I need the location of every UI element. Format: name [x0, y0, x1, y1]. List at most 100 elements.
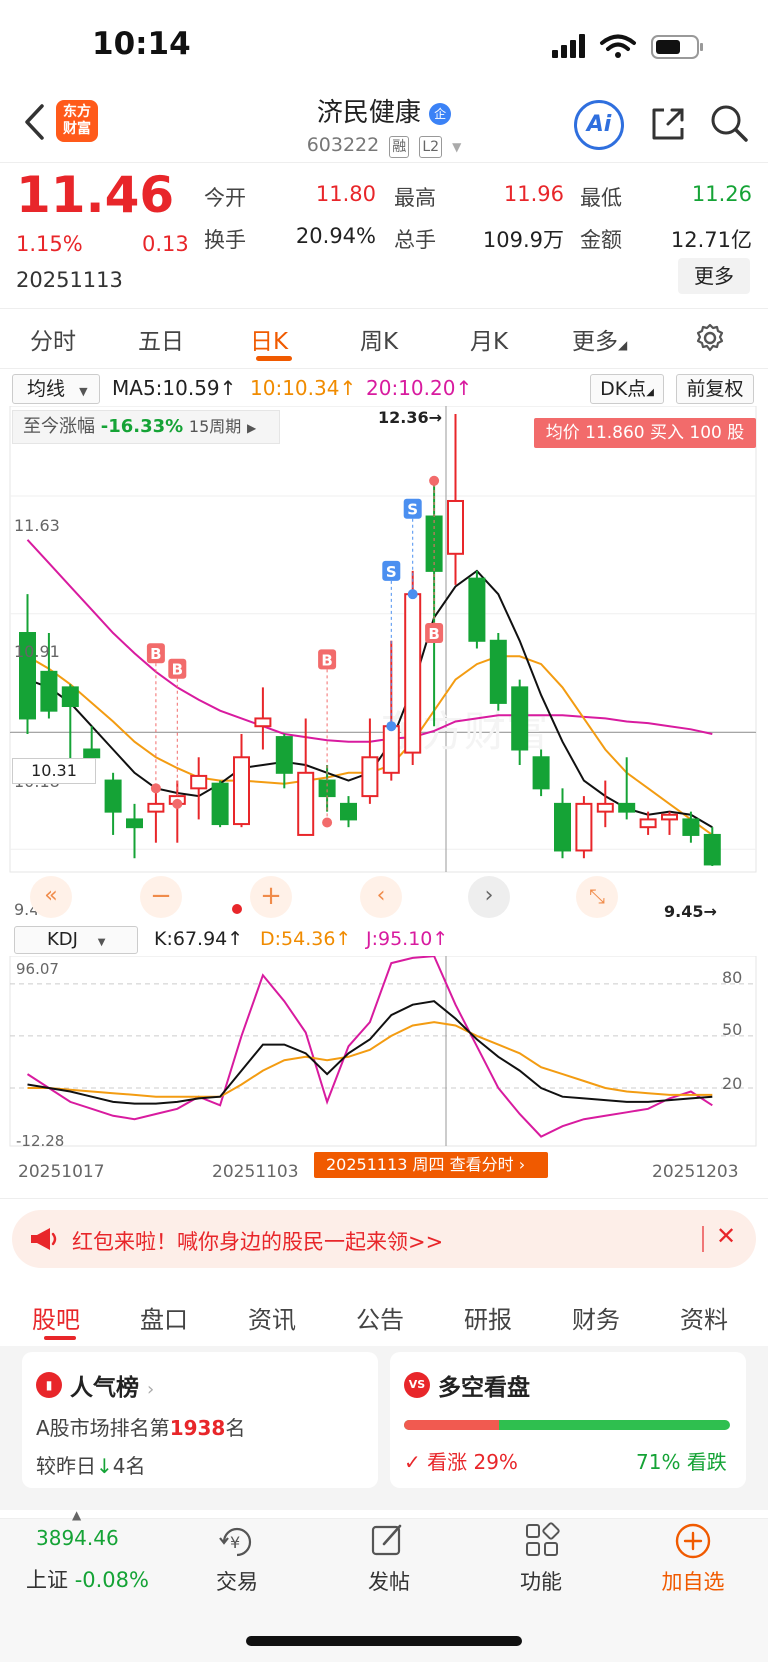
open-value: 11.80	[315, 182, 376, 206]
kdj-select[interactable]: KDJ ▼	[14, 926, 138, 954]
candle-body	[703, 833, 721, 866]
post-edit-icon[interactable]	[370, 1522, 406, 1558]
up-triangle-icon: ▲	[72, 1508, 82, 1522]
quote-divider	[0, 308, 768, 309]
period-gain-label: 至今涨幅	[23, 416, 95, 437]
candle-body	[104, 779, 122, 813]
x-date-start: 20251017	[18, 1162, 105, 1182]
dropdown-caret-icon[interactable]: ▼	[452, 140, 461, 154]
tab-five-day[interactable]: 五日	[138, 322, 184, 356]
index-name: 上证	[26, 1568, 68, 1592]
nav-features[interactable]: 功能	[486, 1566, 596, 1596]
high-label: 最高	[394, 186, 436, 210]
nav-post[interactable]: 发帖	[334, 1566, 444, 1596]
search-icon[interactable]	[708, 102, 752, 146]
ai-button[interactable]: Ai	[574, 100, 624, 150]
candle-body	[532, 756, 550, 790]
step-right-icon[interactable]: ›	[468, 876, 510, 918]
dropdown-icon: ▼	[97, 937, 106, 948]
candle-body	[297, 771, 315, 836]
marker-label: S	[407, 501, 418, 519]
marker-label: B	[150, 645, 161, 663]
kdj-d-line	[27, 1021, 713, 1098]
quote-date: 20251113	[16, 268, 123, 292]
indicator-select[interactable]: 均线 ▼	[12, 374, 100, 404]
avg-price-tip[interactable]: 均价 11.860 买入 100 股	[534, 418, 756, 448]
versus-icon: VS	[404, 1372, 430, 1398]
high-value: 11.96	[503, 182, 564, 206]
tab-finance[interactable]: 财务	[572, 1300, 620, 1335]
low-label: 最低	[580, 186, 622, 210]
trade-yen-icon[interactable]: ¥	[218, 1524, 256, 1560]
tab-more[interactable]: 更多◢	[572, 322, 627, 356]
nav-add-watchlist[interactable]: 加自选	[638, 1566, 748, 1596]
tab-active-indicator	[256, 356, 292, 361]
tab-intraday[interactable]: 分时	[30, 322, 76, 356]
status-time: 10:14	[92, 26, 191, 62]
dropdown-icon: ▼	[79, 385, 88, 398]
bear-pct: 71%	[636, 1450, 681, 1474]
tab-profile[interactable]: 资料	[680, 1300, 728, 1335]
marker-label: B	[172, 661, 183, 679]
tab-announcements[interactable]: 公告	[356, 1300, 404, 1335]
kdj-level-80: 80	[722, 968, 743, 987]
zoom-out-icon[interactable]: −	[140, 876, 182, 918]
popularity-title[interactable]: 人气榜 ›	[70, 1368, 154, 1402]
close-icon[interactable]: ✕	[716, 1222, 736, 1250]
index-value[interactable]: 3894.46	[36, 1526, 119, 1550]
period-gain-value: -16.33%	[100, 416, 184, 437]
dk-point-button[interactable]: DK点◢	[590, 374, 664, 404]
marker-dot	[322, 817, 333, 828]
period-gain-box[interactable]: 至今涨幅 -16.33% 15周期 ▶	[12, 410, 280, 444]
check-icon: ✓	[404, 1450, 421, 1474]
tab-monthly-k[interactable]: 月K	[470, 322, 508, 356]
tab-research[interactable]: 研报	[464, 1300, 512, 1335]
header-divider	[0, 162, 768, 163]
candlestick-chart[interactable]: 东方财富 BBBSSB	[0, 406, 768, 926]
x-date-mid: 20251103	[212, 1162, 299, 1182]
nav-trade[interactable]: 交易	[182, 1566, 292, 1596]
candle-body	[511, 686, 529, 751]
bull-label: 看涨	[427, 1450, 468, 1474]
kdj-y-top: 96.07	[16, 960, 59, 978]
promo-text[interactable]: 红包来啦！喊你身边的股民一起来领>>	[72, 1226, 443, 1256]
margin-tag: 融	[389, 136, 410, 158]
tab-weekly-k[interactable]: 周K	[360, 322, 398, 356]
svg-text:¥: ¥	[230, 1533, 240, 1552]
cursor-date-label: 20251113 周四 查看分时	[326, 1155, 514, 1174]
kdj-chart[interactable]	[0, 956, 768, 1156]
index-line[interactable]: 上证 -0.08%	[26, 1564, 149, 1594]
stock-name: 济民健康	[316, 98, 421, 128]
tab-news[interactable]: 资讯	[248, 1300, 296, 1335]
rewind-fast-icon[interactable]: «	[30, 876, 72, 918]
candle-body	[618, 802, 636, 813]
crosshair-price: 10.31	[12, 758, 96, 784]
more-quote-button[interactable]: 更多	[678, 258, 750, 294]
bull-stat: ✓ 看涨 29%	[404, 1446, 518, 1475]
settings-gear-icon[interactable]	[694, 322, 726, 354]
candle-body	[404, 593, 422, 754]
marker-dot	[172, 798, 183, 809]
add-watchlist-icon[interactable]	[674, 1522, 712, 1560]
bull-pct: 29%	[473, 1450, 518, 1474]
features-grid-icon[interactable]	[524, 1522, 560, 1558]
view-intraday-button[interactable]: 20251113 周四 查看分时 ›	[314, 1152, 548, 1178]
rank-value: 1938	[169, 1416, 226, 1440]
fullscreen-icon[interactable]: ⤡	[576, 876, 618, 918]
zoom-in-icon[interactable]: +	[250, 876, 292, 918]
stock-code: 603222	[306, 134, 380, 156]
tab-pankou[interactable]: 盘口	[140, 1300, 188, 1335]
candle-body	[340, 802, 357, 821]
popularity-rank-line: A股市场排名第1938名	[36, 1412, 245, 1441]
share-icon[interactable]	[648, 104, 688, 144]
candle-body	[83, 748, 101, 759]
step-left-icon[interactable]: ‹	[360, 876, 402, 918]
marker-dot	[150, 783, 161, 794]
tab-daily-k[interactable]: 日K	[250, 322, 288, 356]
candle-body	[318, 779, 336, 798]
forward-adjust-button[interactable]: 前复权	[676, 374, 754, 404]
y-label-2: 10.91	[14, 642, 60, 661]
candle-body	[211, 782, 229, 826]
tab-guba[interactable]: 股吧	[32, 1300, 80, 1335]
candle-body	[382, 725, 400, 774]
